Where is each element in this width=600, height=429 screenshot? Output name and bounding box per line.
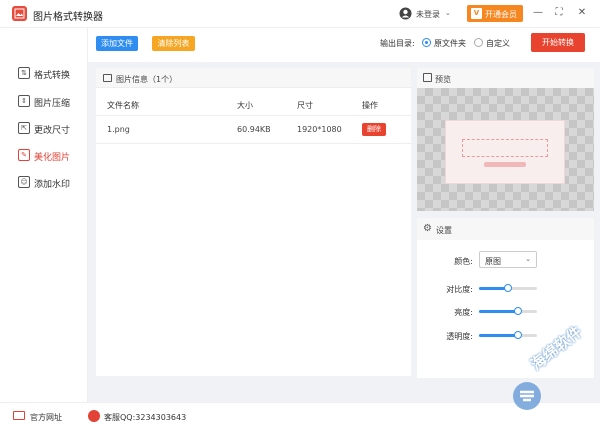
chevron-down-icon[interactable]: ⌄	[445, 9, 451, 17]
slider-handle[interactable]	[514, 307, 523, 315]
divider	[96, 143, 411, 144]
watermark-icon: ☺	[18, 176, 30, 188]
sidebar-item-label: 添加水印	[34, 180, 71, 190]
preview-canvas	[417, 88, 594, 211]
output-dir-label: 输出目录:	[380, 39, 415, 48]
file-panel-header: 图片信息（1个）	[96, 68, 411, 88]
contrast-slider[interactable]	[479, 284, 537, 292]
file-info-panel: 图片信息（1个） 文件名称 大小 尺寸 操作 1.png 60.94KB 192…	[96, 68, 411, 376]
resize-icon: ⇱	[18, 122, 30, 134]
support-qq: 客服QQ:3234303643	[104, 413, 187, 422]
sidebar-item-resize[interactable]: ⇱ 更改尺寸	[18, 121, 88, 137]
footer: 官方网址 客服QQ:3234303643	[0, 402, 600, 429]
image-icon	[103, 74, 112, 82]
minimize-icon[interactable]: —	[531, 6, 545, 20]
sidebar-item-label: 图片压缩	[34, 99, 71, 109]
watermark-logo-icon	[513, 382, 541, 410]
file-size-cell: 60.94KB	[237, 125, 271, 134]
brightness-slider[interactable]	[479, 307, 537, 315]
headset-icon	[88, 410, 100, 422]
brightness-label: 亮度:	[454, 308, 473, 317]
vip-icon: V	[471, 8, 482, 19]
preview-panel: 预览	[417, 68, 594, 211]
output-original-label[interactable]: 原文件夹	[434, 38, 466, 49]
delete-button[interactable]: 删除	[362, 123, 386, 136]
toolbar: 添加文件 清除列表 输出目录: 原文件夹 自定义 开始转换	[88, 28, 600, 62]
title-bar: 图片格式转换器 未登录 ⌄ V 开通会员 — ⛶ ✕	[0, 0, 600, 28]
output-original-radio[interactable]	[422, 38, 431, 47]
opacity-slider[interactable]	[479, 331, 537, 339]
slider-handle[interactable]	[504, 284, 512, 292]
settings-panel: ⚙ 设置 颜色: 原图 ⌄ 对比度: 亮度: 透明度:	[417, 218, 594, 378]
column-header-dimensions: 尺寸	[297, 101, 313, 110]
beautify-icon: ✎	[18, 149, 30, 161]
divider	[96, 115, 411, 116]
maximize-icon[interactable]: ⛶	[552, 6, 566, 20]
user-icon[interactable]	[399, 7, 412, 20]
preview-title: 预览	[435, 75, 451, 84]
preview-header: 预览	[417, 68, 594, 88]
column-header-size: 大小	[237, 101, 253, 110]
preview-icon	[423, 73, 432, 82]
start-convert-button[interactable]: 开始转换	[531, 33, 585, 52]
monitor-icon	[13, 411, 25, 420]
clear-list-button[interactable]: 清除列表	[152, 36, 195, 51]
website-link[interactable]: 官方网址	[30, 412, 62, 423]
color-select[interactable]: 原图 ⌄	[479, 251, 537, 268]
color-label: 颜色:	[454, 257, 473, 266]
chevron-down-icon: ⌄	[525, 255, 531, 263]
slider-fill	[479, 310, 519, 313]
output-custom-label[interactable]: 自定义	[486, 38, 510, 49]
slider-fill	[479, 334, 519, 337]
login-status[interactable]: 未登录	[416, 9, 440, 20]
sidebar-item-compress[interactable]: ⇕ 图片压缩	[18, 94, 88, 110]
app-logo-icon	[12, 6, 27, 21]
app-title: 图片格式转换器	[33, 12, 103, 23]
column-header-action: 操作	[362, 101, 378, 110]
sidebar-item-format-convert[interactable]: ⇅ 格式转换	[18, 66, 88, 82]
convert-icon: ⇅	[18, 67, 30, 79]
slider-handle[interactable]	[514, 331, 523, 339]
color-select-value: 原图	[485, 257, 501, 266]
contrast-label: 对比度:	[446, 285, 473, 294]
thumbnail-bar	[484, 162, 526, 167]
output-custom-radio[interactable]	[474, 38, 483, 47]
preview-thumbnail	[445, 120, 565, 184]
vip-label: 开通会员	[485, 10, 517, 19]
sidebar-item-label: 格式转换	[34, 71, 71, 81]
file-name-cell: 1.png	[107, 125, 130, 134]
sidebar-item-label: 更改尺寸	[34, 126, 71, 136]
sidebar-item-label: 美化图片	[34, 153, 71, 163]
sidebar-item-watermark[interactable]: ☺ 添加水印	[18, 175, 88, 191]
close-icon[interactable]: ✕	[575, 6, 589, 20]
gear-icon: ⚙	[423, 223, 432, 234]
file-panel-title: 图片信息（1个）	[116, 75, 178, 84]
settings-header: ⚙ 设置	[417, 218, 594, 240]
sidebar-item-beautify[interactable]: ✎ 美化图片	[18, 148, 88, 164]
column-header-name: 文件名称	[107, 101, 139, 110]
thumbnail-text-box	[462, 139, 548, 157]
add-files-button[interactable]: 添加文件	[96, 36, 138, 51]
compress-icon: ⇕	[18, 95, 30, 107]
opacity-label: 透明度:	[446, 332, 473, 341]
vip-button[interactable]: V 开通会员	[467, 5, 523, 22]
sidebar: ⇅ 格式转换 ⇕ 图片压缩 ⇱ 更改尺寸 ✎ 美化图片 ☺ 添加水印	[0, 28, 88, 402]
file-dimensions-cell: 1920*1080	[297, 125, 342, 134]
settings-title: 设置	[436, 226, 452, 235]
